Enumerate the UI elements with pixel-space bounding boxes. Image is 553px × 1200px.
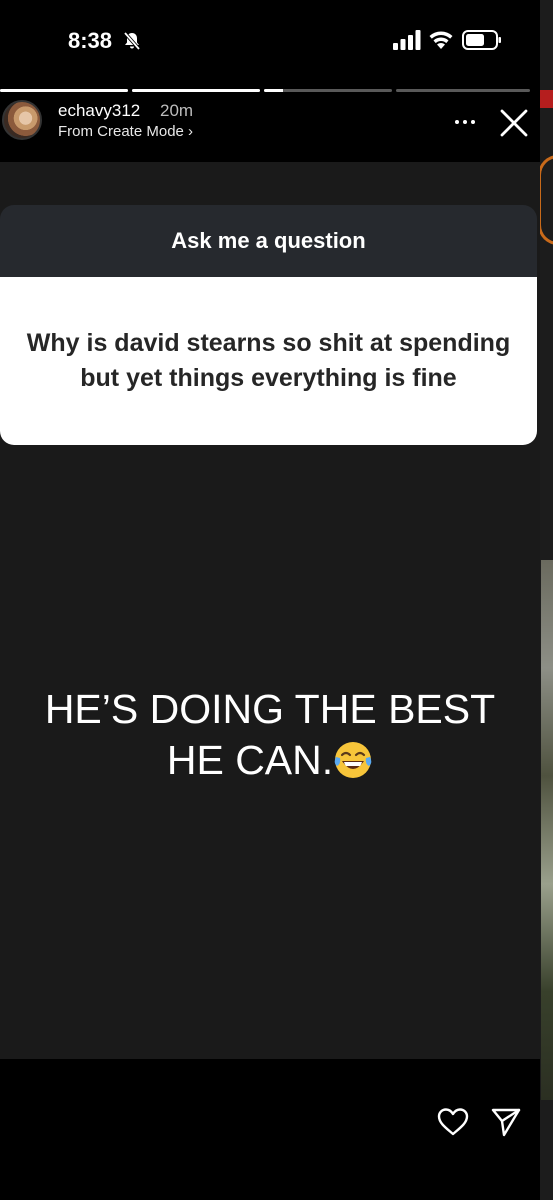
progress-segment [0,89,128,92]
wifi-icon [429,31,453,49]
progress-segment [396,89,530,92]
more-icon-dot [455,120,459,124]
bell-muted-icon [123,31,141,51]
more-icon-dot [471,120,475,124]
time-ago: 20m [160,101,194,120]
question-sticker-body: Why is david stearns so shit at spending… [0,277,537,445]
answer-text: HE’S DOING THE BEST HE CAN. [44,686,496,783]
laughing-tears-emoji-icon [334,742,372,778]
status-time: 8:38 [68,28,113,53]
signal-icon [393,30,421,50]
username[interactable]: echavy312 [58,101,140,121]
battery-icon [462,30,501,50]
story-progress [0,89,530,92]
send-icon[interactable] [490,1106,522,1138]
question-sticker-title: Ask me a question [171,228,366,253]
progress-segment [132,89,260,92]
more-button[interactable] [450,110,480,134]
next-story-edge [540,90,553,108]
next-story-image [541,560,553,1100]
story-viewer[interactable]: 8:38 echavy312 20m From Create Mode › As… [0,0,540,1200]
screen: 8:38 echavy312 20m From Create Mode › As… [0,0,553,1200]
avatar[interactable] [2,100,42,140]
heart-icon[interactable] [437,1107,469,1137]
answer-text-block: HE’S DOING THE BEST HE CAN. [20,684,520,786]
question-text: Why is david stearns so shit at spending… [26,329,511,392]
more-icon-dot [463,120,467,124]
close-icon[interactable] [497,106,531,140]
progress-segment [264,89,392,92]
status-bar: 8:38 [0,0,540,80]
question-sticker[interactable]: Ask me a question Why is david stearns s… [0,205,537,445]
question-sticker-header: Ask me a question [0,205,537,277]
next-story-avatar-ring [538,155,553,245]
create-mode-link[interactable]: From Create Mode › [58,123,193,140]
